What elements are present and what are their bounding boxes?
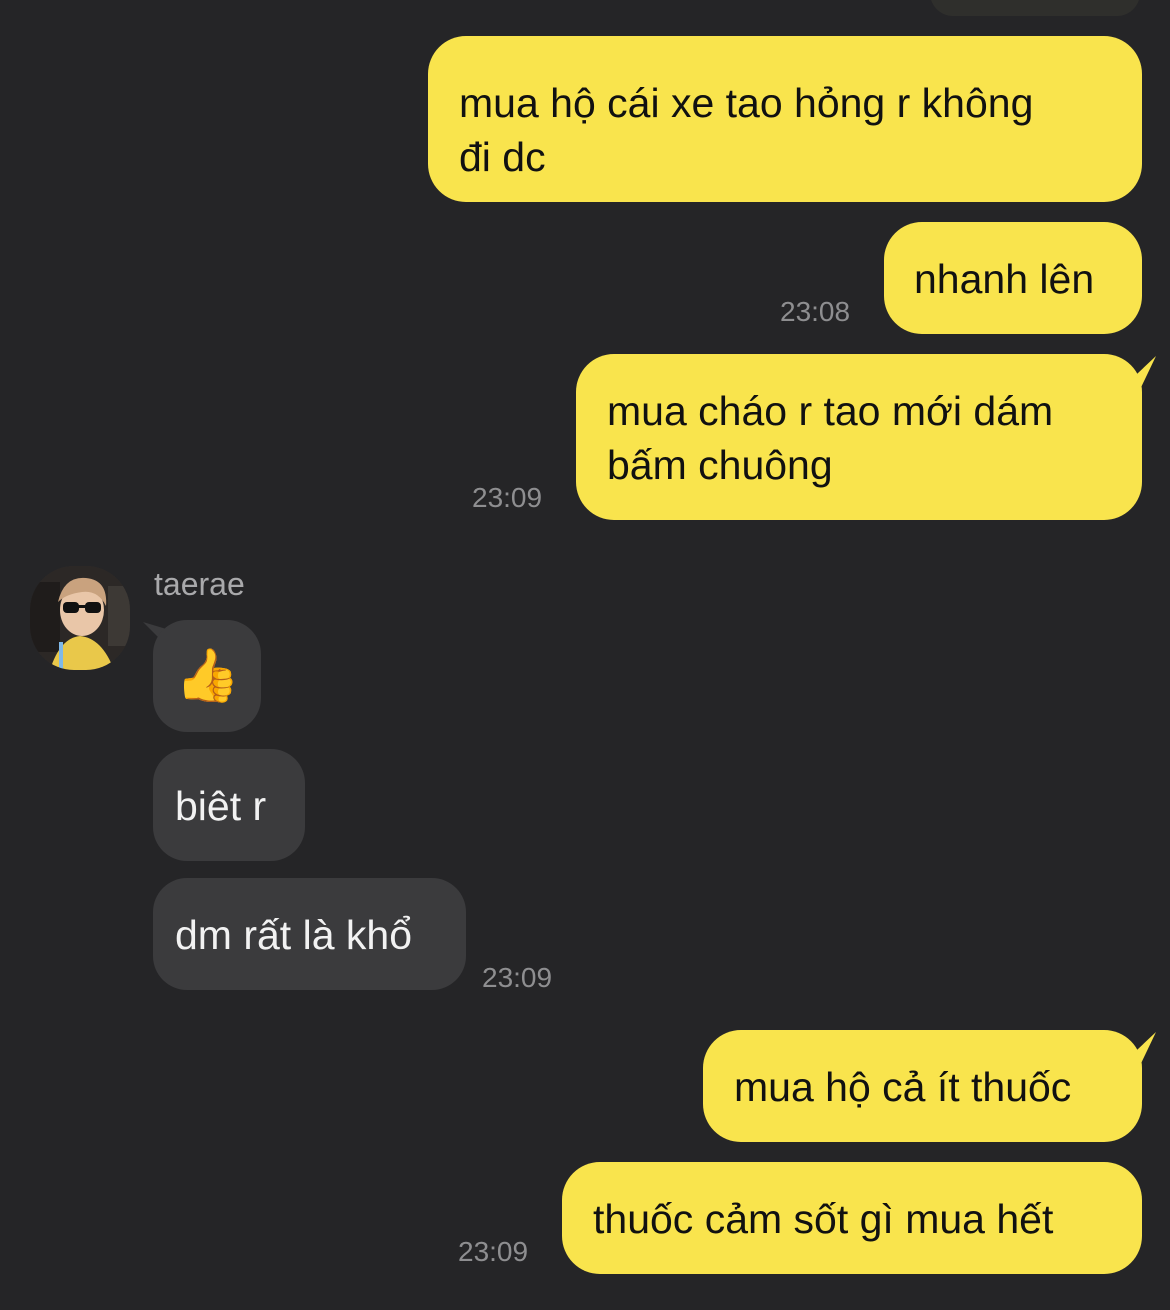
- message-timestamp: 23:09: [472, 482, 543, 513]
- outgoing-message-bubble[interactable]: mua hộ cái xe tao hỏng r không đi dc: [428, 36, 1142, 202]
- message-timestamp: 23:09: [458, 1236, 529, 1267]
- incoming-emoji-bubble[interactable]: 👍: [153, 620, 261, 732]
- outgoing-message-bubble[interactable]: nhanh lên: [884, 222, 1142, 334]
- outgoing-message-bubble[interactable]: mua cháo r tao mới dám bấm chuông: [576, 354, 1142, 520]
- incoming-message-bubble[interactable]: biêt r: [153, 749, 305, 861]
- avatar[interactable]: [30, 566, 130, 670]
- outgoing-message-bubble[interactable]: thuốc cảm sốt gì mua hết: [562, 1162, 1142, 1274]
- avatar-photo: [30, 566, 130, 670]
- message-timestamp: 23:09: [482, 962, 553, 993]
- outgoing-message-bubble[interactable]: mua hộ cả ít thuốc: [703, 1030, 1142, 1142]
- previous-message-stub: [930, 0, 1140, 16]
- sender-name: taerae: [154, 566, 245, 602]
- incoming-message-bubble[interactable]: dm rất là khổ: [153, 878, 466, 990]
- chat-screen: mua hộ cái xe tao hỏng r không đi dc 23:…: [0, 0, 1170, 1310]
- message-timestamp: 23:08: [780, 296, 851, 327]
